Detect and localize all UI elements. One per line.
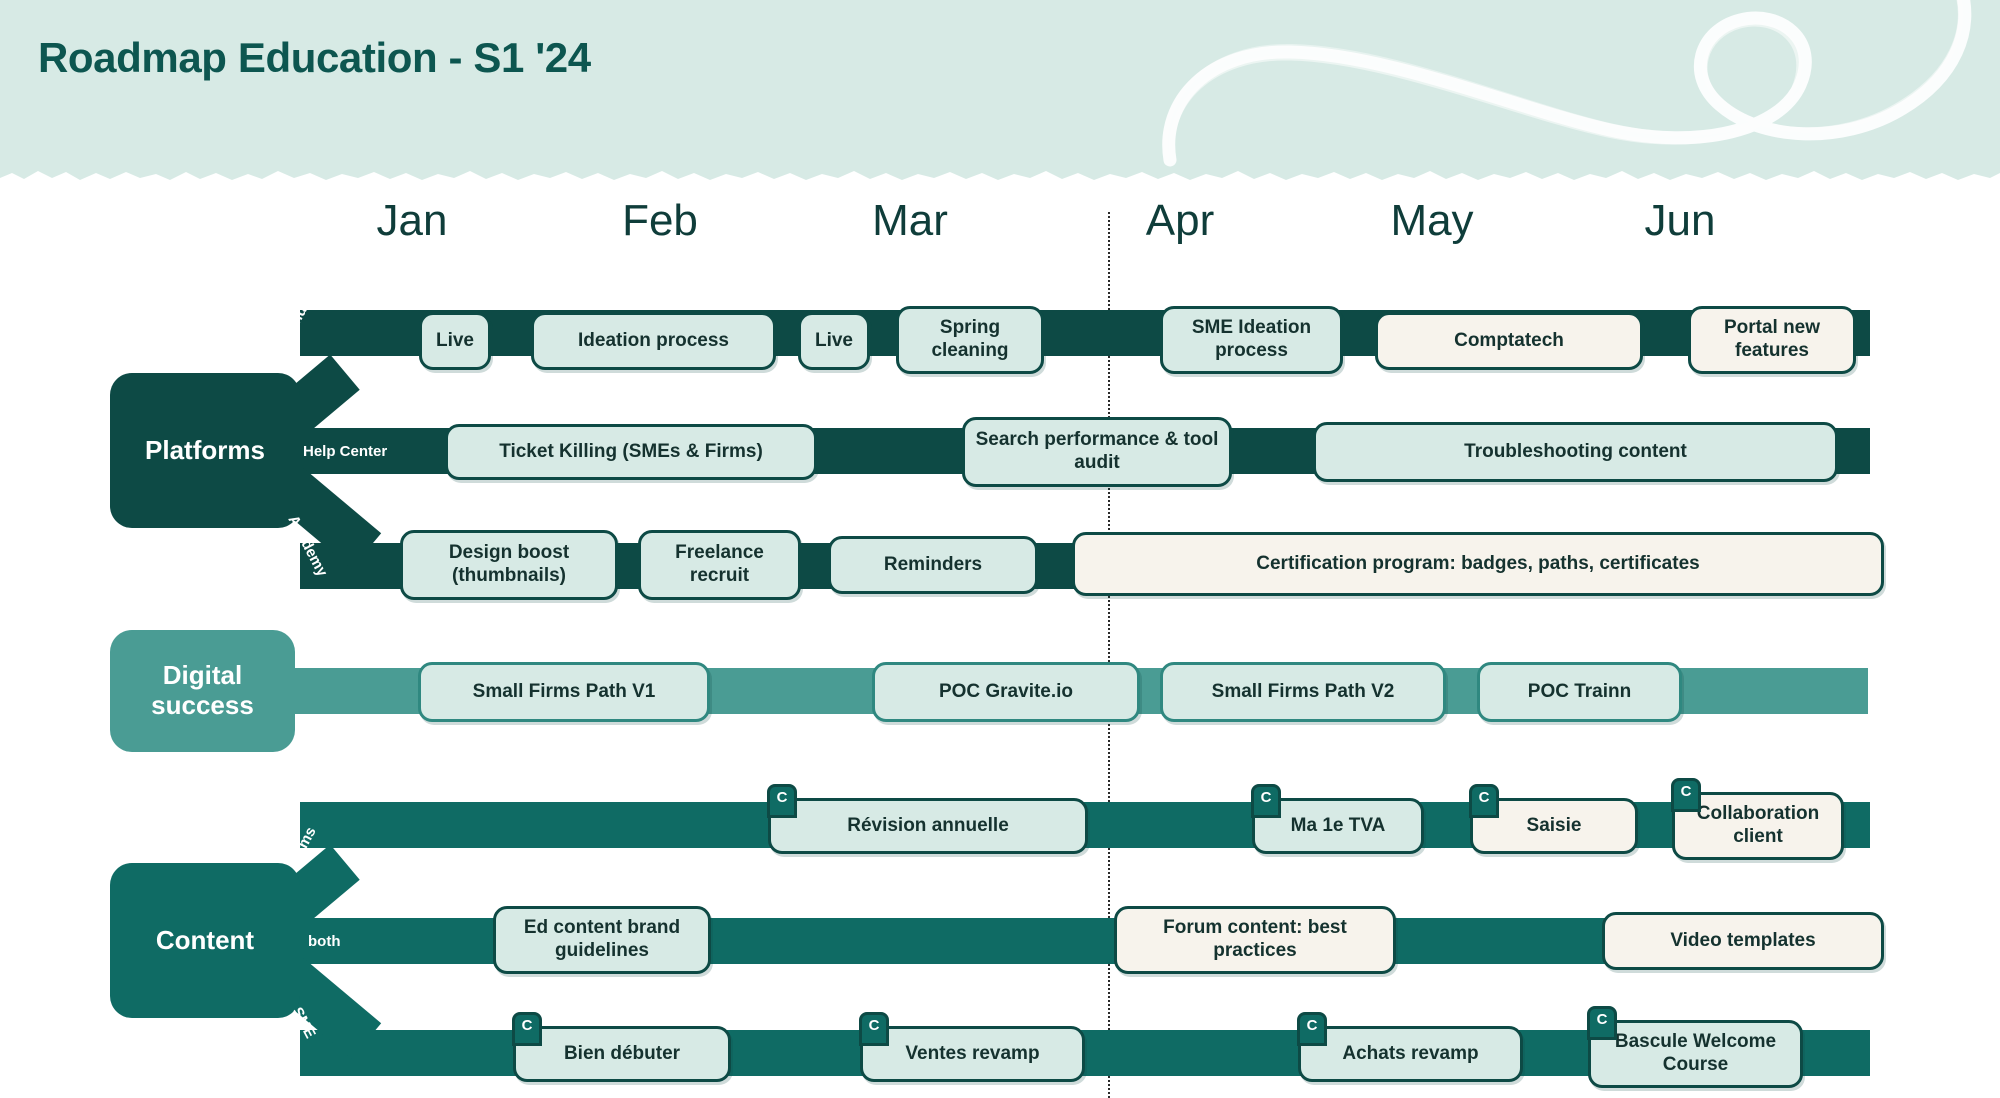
course-badge-icon: C: [767, 784, 797, 818]
group-label-content[interactable]: Content: [110, 863, 300, 1018]
roadmap-card[interactable]: Freelance recruit: [638, 530, 801, 600]
card-label: Ed content brand guidelines: [523, 917, 681, 961]
month-label-feb: Feb: [622, 196, 698, 245]
course-badge-icon: C: [1469, 784, 1499, 818]
branch-label-both: both: [308, 933, 341, 950]
roadmap-card[interactable]: POC Trainn: [1477, 662, 1682, 722]
card-label: Freelance recruit: [675, 542, 764, 586]
roadmap-card[interactable]: POC Gravite.io: [872, 662, 1140, 722]
roadmap-card[interactable]: Search performance & tool audit: [962, 417, 1232, 487]
card-label: Comptatech: [1454, 329, 1564, 351]
group-label-content-text: Content: [155, 924, 255, 955]
card-label: Small Firms Path V1: [472, 680, 656, 702]
card-label: Bascule Welcome Course: [1614, 1031, 1777, 1075]
group-label-digital-success-text: Digital success: [151, 660, 254, 720]
roadmap-card[interactable]: Certification program: badges, paths, ce…: [1072, 532, 1884, 596]
card-label: Live: [814, 329, 854, 351]
roadmap-card[interactable]: C Achats revamp: [1297, 1012, 1523, 1082]
roadmap-card[interactable]: Small Firms Path V2: [1160, 662, 1446, 722]
roadmap-card[interactable]: Forum content: best practices: [1114, 906, 1396, 974]
card-label: Live: [435, 329, 475, 351]
torn-edge-decoration: [0, 171, 2000, 188]
month-label-apr: Apr: [1145, 196, 1215, 245]
course-badge-icon: C: [1297, 1012, 1327, 1046]
course-badge-icon: C: [512, 1012, 542, 1046]
group-label-digital-success[interactable]: Digital success: [110, 630, 295, 752]
card-label: Collaboration client: [1696, 803, 1820, 847]
roadmap-card[interactable]: Ticket Killing (SMEs & Firms): [445, 424, 817, 480]
month-label-jun: Jun: [1644, 196, 1716, 245]
card-label: POC Gravite.io: [938, 680, 1074, 702]
month-label-may: May: [1390, 196, 1474, 245]
card-label: POC Trainn: [1527, 680, 1632, 702]
roadmap-card[interactable]: C Ma 1e TVA: [1251, 784, 1424, 854]
roadmap-card[interactable]: Ideation process: [531, 312, 776, 370]
card-label: Révision annuelle: [847, 814, 1009, 836]
roadmap-card[interactable]: Video templates: [1602, 912, 1884, 970]
roadmap-card[interactable]: C Collaboration client: [1671, 778, 1844, 860]
course-badge-icon: C: [1587, 1006, 1617, 1040]
roadmap-card[interactable]: C Saisie: [1469, 784, 1638, 854]
card-label: Forum content: best practices: [1163, 917, 1347, 961]
roadmap-card[interactable]: SME Ideation process: [1160, 306, 1343, 374]
roadmap-card[interactable]: C Bascule Welcome Course: [1587, 1006, 1803, 1088]
card-label: Ventes revamp: [905, 1042, 1040, 1064]
branch-label-help-center: Help Center: [303, 443, 388, 460]
roadmap-card[interactable]: Design boost (thumbnails): [400, 530, 618, 600]
card-label: Video templates: [1670, 929, 1816, 951]
page-header: Roadmap Education - S1 '24: [0, 0, 2000, 188]
roadmap-card[interactable]: C Ventes revamp: [859, 1012, 1085, 1082]
page-title: Roadmap Education - S1 '24: [38, 34, 591, 81]
roadmap-card[interactable]: Live: [419, 312, 491, 370]
roadmap-card[interactable]: Portal new features: [1688, 306, 1856, 374]
card-label: Ideation process: [578, 329, 729, 351]
roadmap-card[interactable]: Reminders: [828, 536, 1038, 594]
card-label: Troubleshooting content: [1464, 440, 1687, 462]
month-label-jan: Jan: [376, 196, 448, 245]
card-label: Achats revamp: [1342, 1042, 1479, 1064]
course-badge-icon: C: [1671, 778, 1701, 812]
roadmap-card[interactable]: Comptatech: [1375, 312, 1643, 370]
roadmap-card[interactable]: Troubleshooting content: [1313, 422, 1838, 482]
course-badge-icon: C: [859, 1012, 889, 1046]
card-label: SME Ideation process: [1191, 317, 1312, 361]
card-label: Search performance & tool audit: [975, 429, 1219, 473]
month-label-mar: Mar: [872, 196, 948, 245]
roadmap-card[interactable]: C Révision annuelle: [767, 784, 1088, 854]
course-badge-icon: C: [1251, 784, 1281, 818]
card-label: Reminders: [883, 553, 983, 575]
timeline-month-header: Jan Feb Mar Apr May Jun: [0, 196, 2000, 256]
roadmap-card[interactable]: Small Firms Path V1: [418, 662, 710, 722]
group-label-platforms[interactable]: Platforms: [110, 373, 300, 528]
roadmap-card[interactable]: Ed content brand guidelines: [493, 906, 711, 974]
card-label: Certification program: badges, paths, ce…: [1256, 552, 1700, 574]
card-label: Bien débuter: [563, 1042, 681, 1064]
brush-loop-swirl-decoration: [1162, 0, 1972, 167]
roadmap-card[interactable]: Spring cleaning: [896, 306, 1044, 374]
card-label: Small Firms Path V2: [1211, 680, 1395, 702]
group-label-platforms-text: Platforms: [145, 434, 265, 465]
card-label: Ma 1e TVA: [1290, 814, 1386, 836]
card-label: Saisie: [1526, 814, 1582, 836]
roadmap-card[interactable]: Live: [798, 312, 870, 370]
card-label: Portal new features: [1723, 317, 1821, 361]
card-label: Spring cleaning: [931, 317, 1009, 361]
card-label: Design boost (thumbnails): [448, 542, 570, 586]
card-label: Ticket Killing (SMEs & Firms): [499, 440, 763, 462]
roadmap-card[interactable]: C Bien débuter: [512, 1012, 731, 1082]
